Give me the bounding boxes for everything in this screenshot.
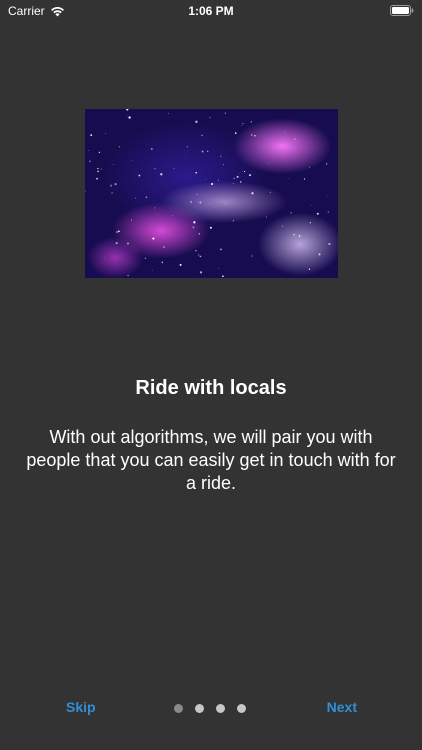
page-dot-1[interactable] [174, 704, 183, 713]
galaxy-image [85, 109, 338, 278]
status-time: 1:06 PM [188, 4, 234, 18]
page-dot-2[interactable] [195, 704, 204, 713]
status-bar: Carrier 1:06 PM [0, 0, 422, 22]
page-description: With out algorithms, we will pair you wi… [26, 427, 396, 493]
page-dot-3[interactable] [216, 704, 225, 713]
skip-button[interactable]: Skip [66, 699, 96, 715]
page-indicator[interactable] [174, 704, 246, 713]
page-title: Ride with locals [135, 377, 287, 399]
onboarding-screen: Carrier 1:06 PM Ride with locals With ou… [0, 0, 422, 750]
next-button[interactable]: Next [327, 699, 357, 715]
battery-icon [390, 5, 414, 16]
page-dot-4[interactable] [237, 704, 246, 713]
